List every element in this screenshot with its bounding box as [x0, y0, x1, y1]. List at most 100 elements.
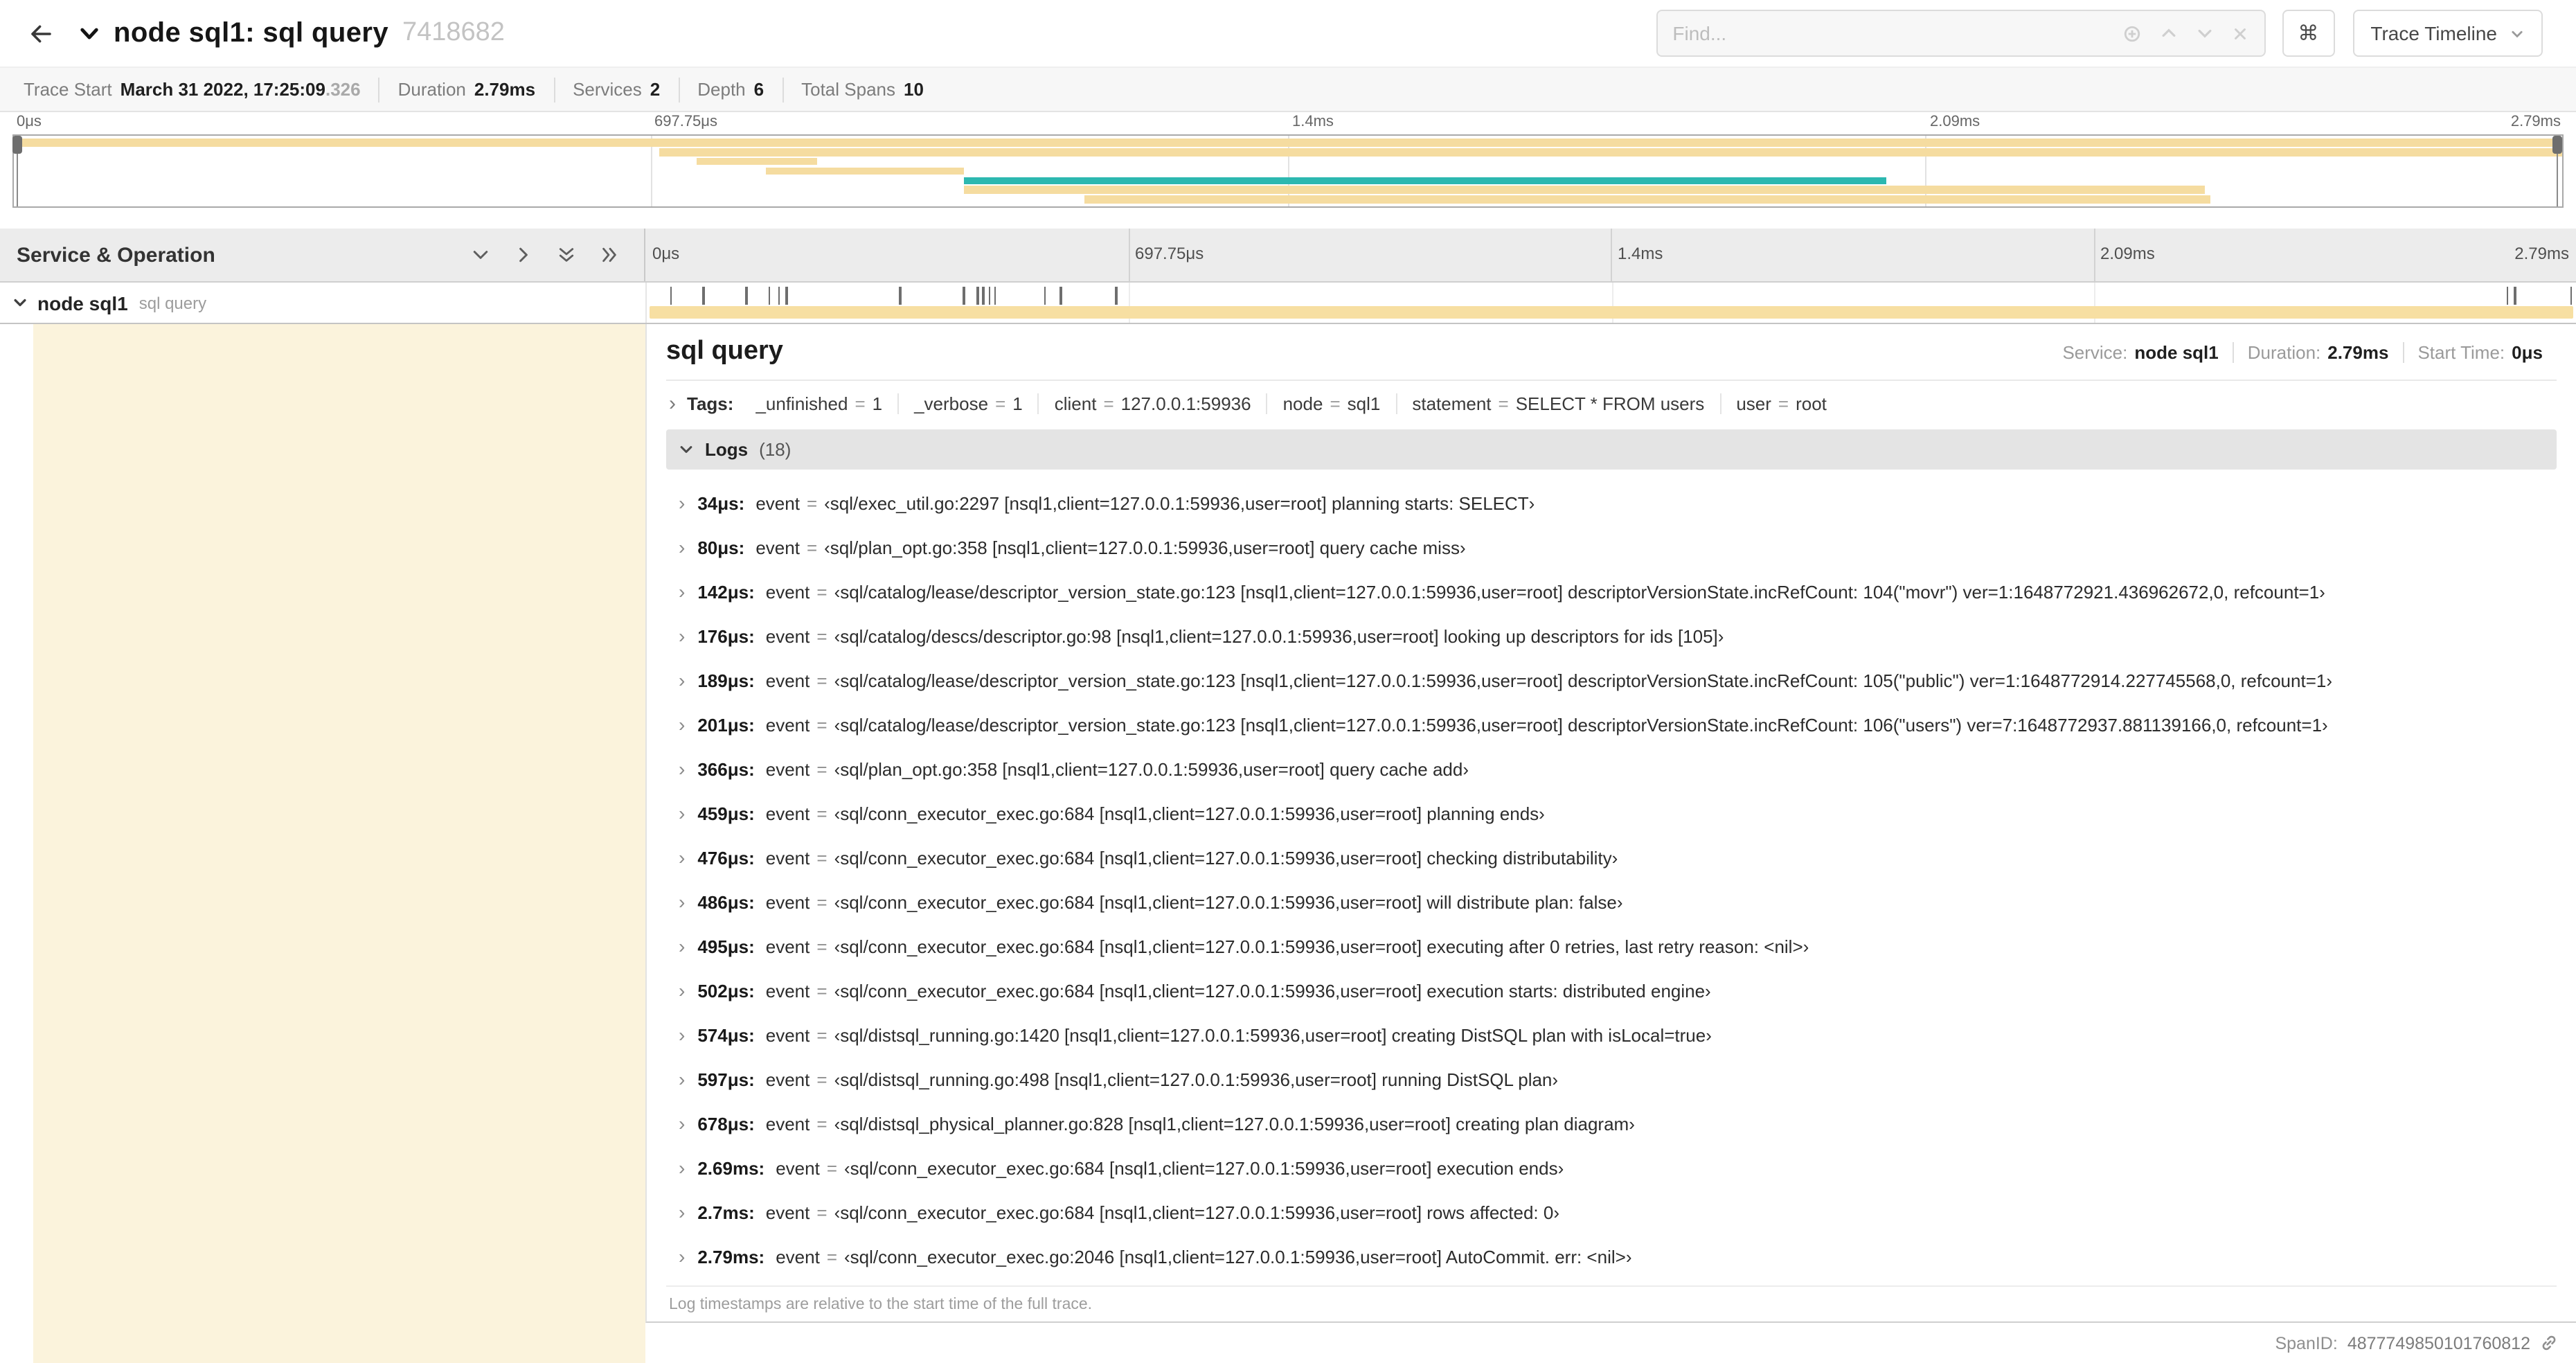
log-marker-tick[interactable] — [994, 287, 996, 305]
trace-collapse-toggle[interactable] — [78, 21, 101, 45]
log-entry-row[interactable]: › 459μs: event = ‹sql/conn_executor_exec.g… — [679, 791, 2557, 835]
span-row[interactable]: node sql1 sql query — [0, 283, 2576, 323]
service-operation-header: Service & Operation — [17, 243, 215, 267]
chevron-right-icon[interactable]: › — [679, 848, 685, 867]
log-entry-row[interactable]: › 476μs: event = ‹sql/conn_executor_exec.g… — [679, 835, 2557, 880]
span-duration-bar[interactable] — [650, 306, 2573, 319]
minimap-span-bar — [659, 148, 2562, 157]
chevron-right-icon[interactable]: › — [679, 626, 685, 645]
log-entry-row[interactable]: › 2.69ms: event = ‹sql/conn_executor_exec.… — [679, 1146, 2557, 1190]
logs-toggle-header[interactable]: Logs (18) — [666, 429, 2557, 470]
span-row-name-column[interactable]: node sql1 sql query — [0, 283, 645, 323]
summary-item: Depth 6 — [678, 77, 782, 102]
summary-value: 6 — [753, 79, 764, 100]
chevron-right-icon[interactable]: › — [679, 1025, 685, 1044]
log-entry-row[interactable]: › 366μs: event = ‹sql/plan_opt.go:358 [nsq… — [679, 747, 2557, 791]
collapse-all-icon[interactable] — [557, 245, 576, 265]
scrubber-grip[interactable] — [2552, 136, 2562, 154]
chevron-right-icon[interactable]: › — [679, 1202, 685, 1222]
log-entry-row[interactable]: › 495μs: event = ‹sql/conn_executor_exec.g… — [679, 924, 2557, 968]
minimap-span-bar — [697, 157, 817, 166]
locate-icon[interactable] — [2121, 23, 2142, 44]
log-entry-row[interactable]: › 34μs: event = ‹sql/exec_util.go:2297 [ns… — [679, 481, 2557, 525]
log-marker-tick[interactable] — [785, 287, 788, 305]
trace-view-selector[interactable]: Trace Timeline — [2352, 10, 2543, 57]
tags-toggle-row[interactable]: › Tags: _unfinished = 1 _verbose = 1 cli… — [666, 381, 2557, 425]
log-marker-tick[interactable] — [1044, 287, 1046, 305]
scrubber-grip[interactable] — [12, 136, 22, 154]
log-marker-tick[interactable] — [2570, 287, 2573, 305]
chevron-right-icon[interactable]: › — [679, 1069, 685, 1089]
summary-label: Duration — [397, 79, 466, 100]
chevron-right-icon[interactable]: › — [679, 537, 685, 557]
chevron-right-icon[interactable]: › — [679, 1247, 685, 1266]
log-timestamp: 476μs: — [697, 847, 755, 868]
log-entry-row[interactable]: › 486μs: event = ‹sql/conn_executor_exec.g… — [679, 880, 2557, 924]
chevron-up-icon[interactable] — [2158, 24, 2178, 43]
chevron-down-icon[interactable] — [2194, 24, 2214, 43]
clear-icon[interactable] — [2230, 24, 2248, 42]
chevron-right-icon[interactable]: › — [679, 493, 685, 513]
span-row-timeline[interactable] — [645, 283, 2576, 323]
back-button[interactable] — [17, 10, 64, 57]
chevron-right-icon[interactable]: › — [679, 1158, 685, 1177]
log-entry-row[interactable]: › 189μs: event = ‹sql/catalog/lease/descri… — [679, 658, 2557, 702]
log-marker-tick[interactable] — [976, 287, 979, 305]
log-marker-tick[interactable] — [768, 287, 771, 305]
log-marker-tick[interactable] — [745, 287, 748, 305]
log-marker-tick[interactable] — [963, 287, 965, 305]
log-marker-tick[interactable] — [982, 287, 985, 305]
minimap-time-label: 697.75μs — [654, 114, 717, 130]
log-event-text: event = ‹sql/conn_executor_exec.go:684 [ns… — [765, 980, 1711, 1001]
trace-page: node sql1: sql query 7418682 ⌘ Trace Tim… — [0, 0, 2576, 1363]
log-entry-row[interactable]: › 176μs: event = ‹sql/catalog/descs/descri… — [679, 614, 2557, 658]
log-entry-row[interactable]: › 502μs: event = ‹sql/conn_executor_exec.g… — [679, 968, 2557, 1013]
chevron-right-icon[interactable]: › — [679, 715, 685, 734]
link-icon[interactable] — [2540, 1334, 2558, 1352]
chevron-right-icon[interactable]: › — [679, 936, 685, 956]
log-entry-row[interactable]: › 678μs: event = ‹sql/distsql_physical_pla… — [679, 1101, 2557, 1146]
chevron-right-icon[interactable]: › — [679, 892, 685, 911]
chevron-down-icon — [2510, 26, 2525, 41]
log-marker-tick[interactable] — [2514, 287, 2516, 305]
chevron-right-icon[interactable]: › — [679, 582, 685, 601]
log-marker-tick[interactable] — [702, 287, 705, 305]
find-input[interactable] — [1672, 22, 2105, 44]
log-entry-row[interactable]: › 2.7ms: event = ‹sql/conn_executor_exec.g… — [679, 1190, 2557, 1234]
log-timestamp: 495μs: — [697, 936, 755, 956]
log-marker-tick[interactable] — [988, 287, 991, 305]
log-entry-row[interactable]: › 597μs: event = ‹sql/distsql_running.go:4… — [679, 1057, 2557, 1101]
log-marker-tick[interactable] — [2506, 287, 2509, 305]
log-marker-tick[interactable] — [778, 287, 780, 305]
collapse-one-icon[interactable] — [471, 245, 490, 265]
expand-all-icon[interactable] — [600, 245, 619, 265]
expand-one-icon[interactable] — [514, 245, 533, 265]
minimap-left-scrubber[interactable] — [12, 136, 22, 206]
chevron-right-icon: › — [669, 392, 676, 416]
ruler-time-label: 2.09ms — [2100, 244, 2155, 263]
chevron-right-icon[interactable]: › — [679, 670, 685, 690]
chevron-right-icon[interactable]: › — [679, 803, 685, 823]
log-marker-tick[interactable] — [1059, 287, 1062, 305]
chevron-down-icon — [679, 442, 694, 457]
log-entry-row[interactable]: › 201μs: event = ‹sql/catalog/lease/descri… — [679, 702, 2557, 747]
log-marker-tick[interactable] — [899, 287, 902, 305]
log-event-text: event = ‹sql/catalog/lease/descriptor_vers… — [765, 670, 2332, 691]
log-marker-tick[interactable] — [670, 287, 672, 305]
keyboard-shortcuts-button[interactable]: ⌘ — [2282, 10, 2335, 57]
chevron-down-icon[interactable] — [12, 295, 28, 310]
log-entry-row[interactable]: › 2.79ms: event = ‹sql/conn_executor_exec.… — [679, 1234, 2557, 1279]
log-entry-row[interactable]: › 142μs: event = ‹sql/catalog/lease/descri… — [679, 569, 2557, 614]
minimap-canvas[interactable] — [12, 134, 2564, 208]
trace-summary-bar: Trace Start March 31 2022, 17:25:09.326 … — [0, 66, 2576, 112]
log-marker-tick[interactable] — [1115, 287, 1118, 305]
minimap-right-scrubber[interactable] — [2552, 136, 2562, 206]
chevron-right-icon[interactable]: › — [679, 981, 685, 1000]
chevron-right-icon[interactable]: › — [679, 1114, 685, 1133]
log-entry-row[interactable]: › 574μs: event = ‹sql/distsql_running.go:1… — [679, 1013, 2557, 1057]
chevron-right-icon[interactable]: › — [679, 759, 685, 778]
meta-item: Duration: 2.79ms — [2232, 342, 2403, 363]
span-operation-name: sql query — [138, 293, 207, 312]
timeline-ruler: 0μs 697.75μs 1.4ms 2.09ms 2.79ms — [645, 229, 2576, 281]
log-entry-row[interactable]: › 80μs: event = ‹sql/plan_opt.go:358 [nsql… — [679, 525, 2557, 569]
